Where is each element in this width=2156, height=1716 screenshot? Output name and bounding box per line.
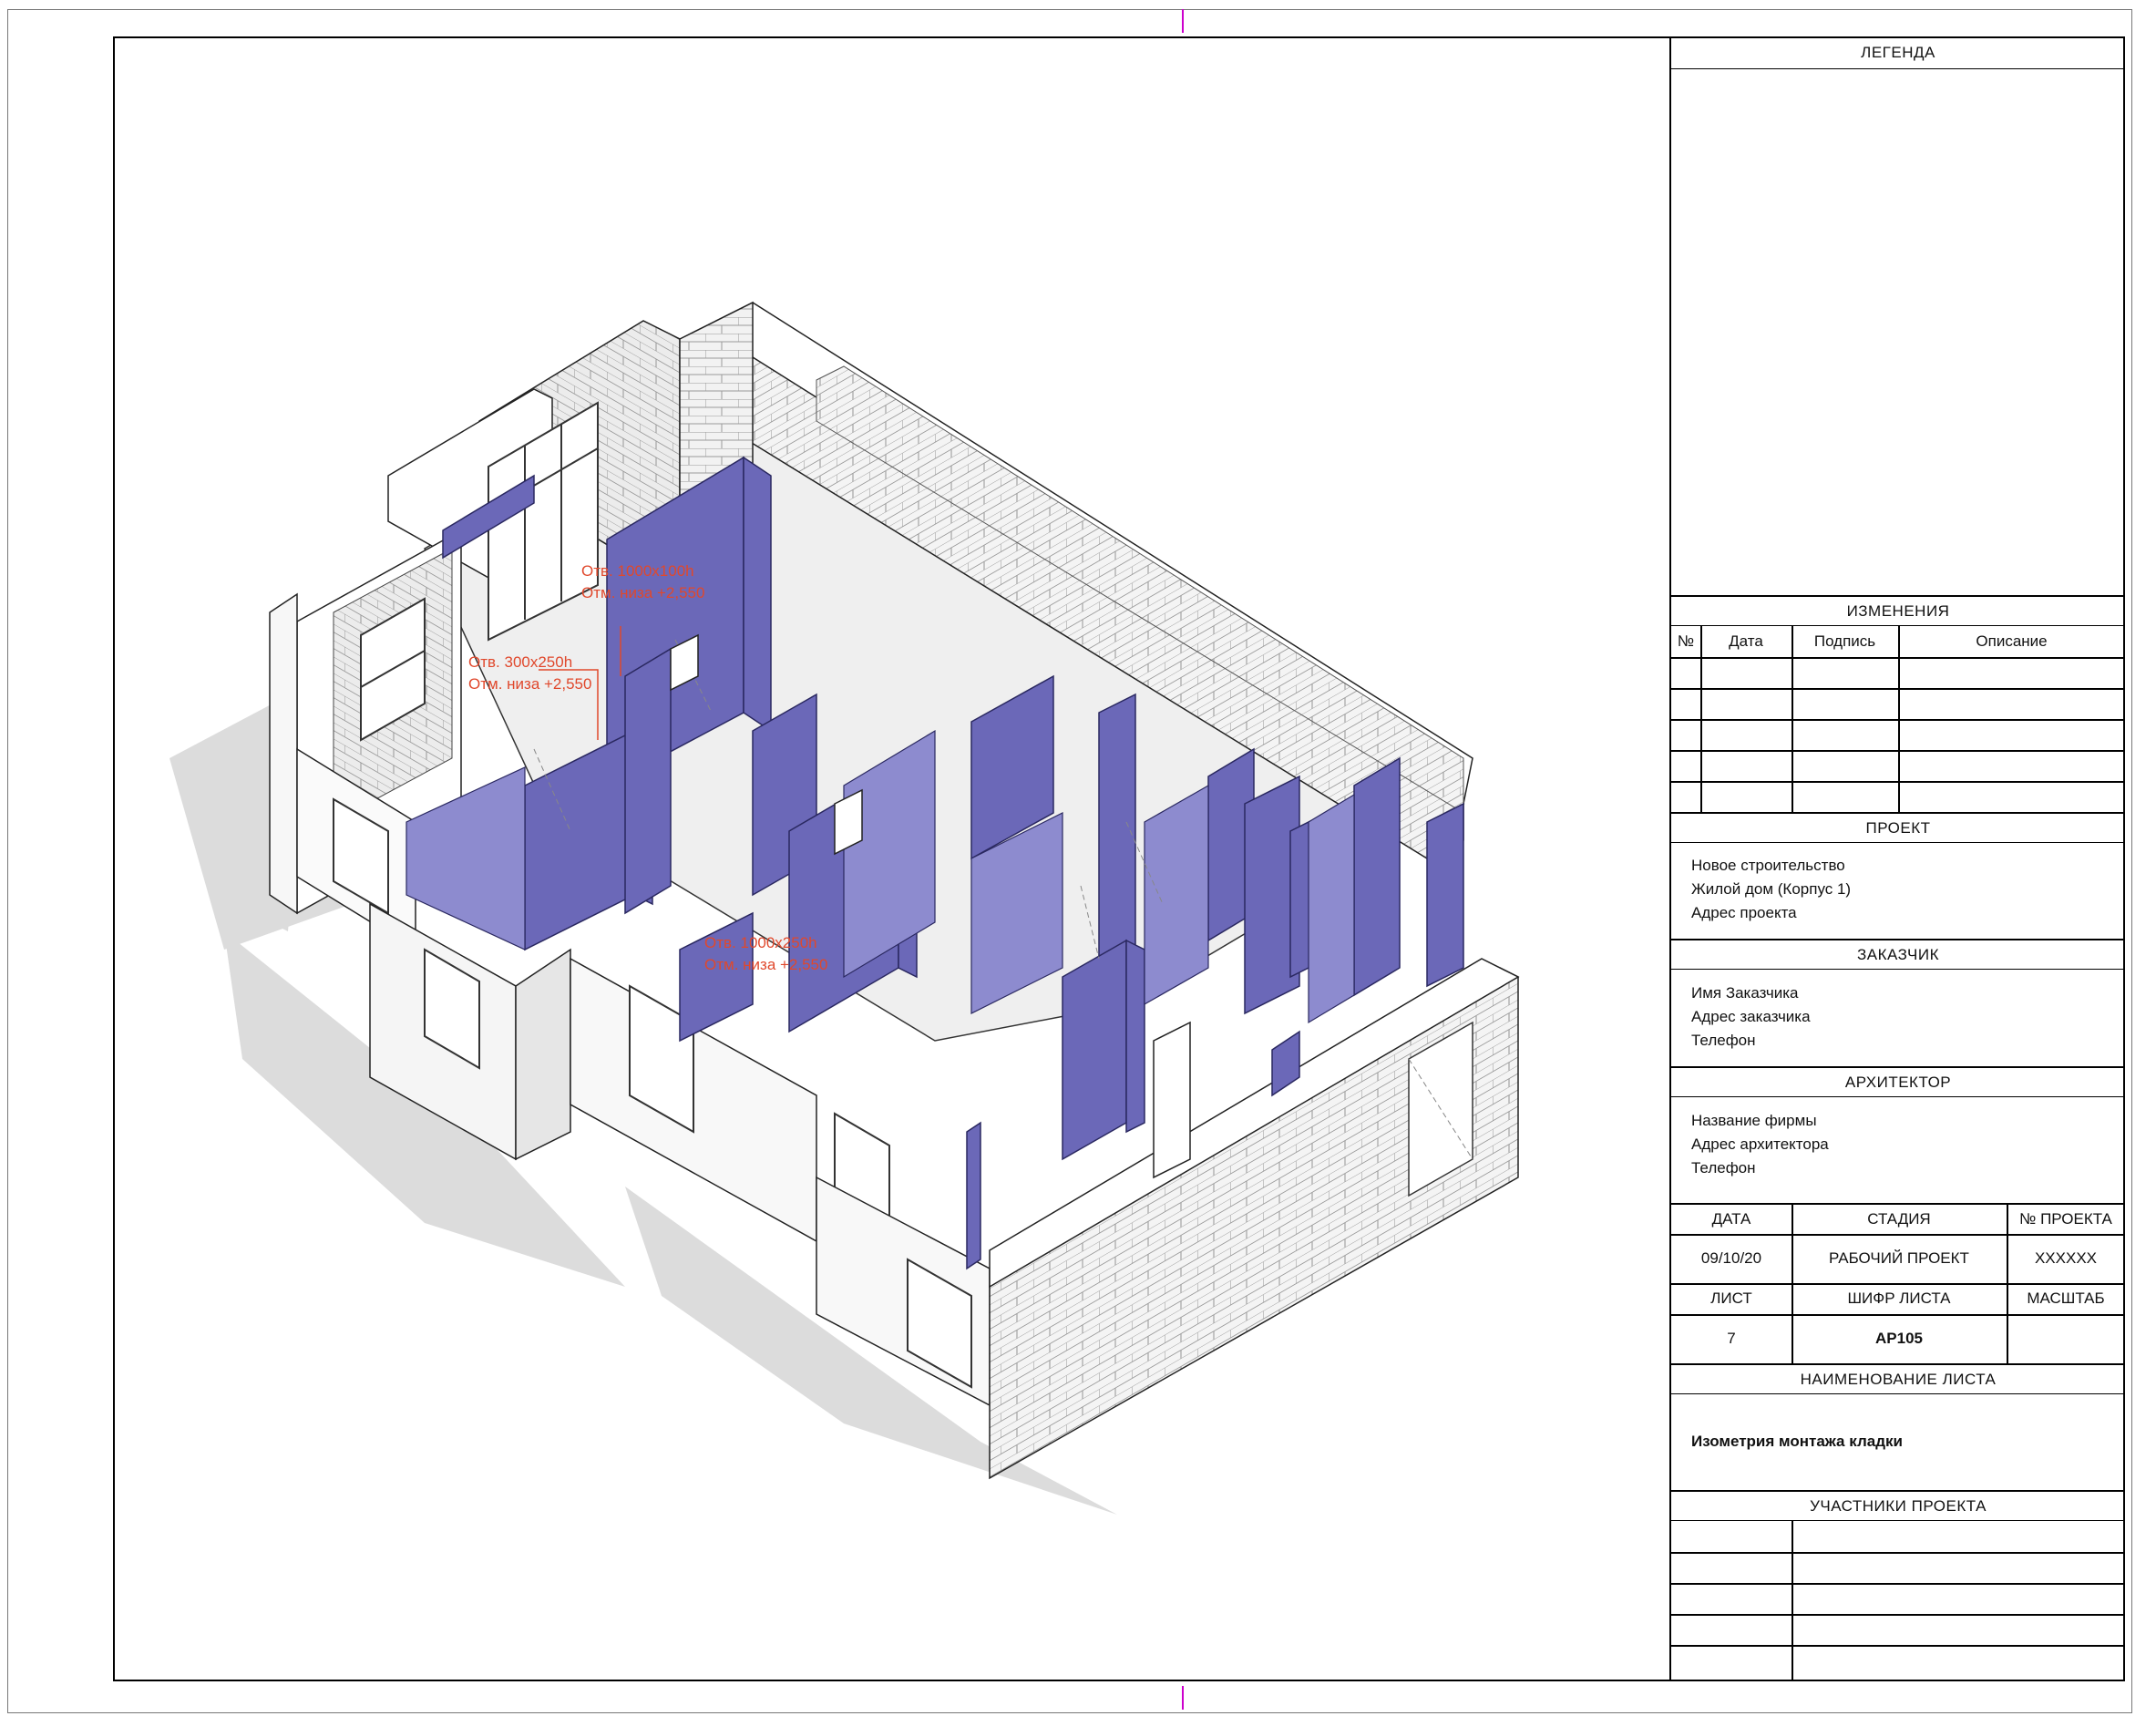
project-header: ПРОЕКТ [1671, 812, 2125, 843]
date-label: ДАТА [1711, 1210, 1751, 1228]
scale-label: МАСШТАБ [2027, 1290, 2105, 1307]
client-line-1: Имя Заказчика [1691, 984, 1799, 1002]
date-value: 09/10/20 [1700, 1249, 1762, 1267]
crop-mark-bottom [1182, 1686, 1184, 1710]
annotation-2-line1: Отв. 300x250h [468, 653, 572, 671]
legend-header: ЛЕГЕНДА [1671, 38, 2125, 69]
architect-line-1: Название фирмы [1691, 1112, 1817, 1129]
sheet-name-header: НАИМЕНОВАНИЕ ЛИСТА [1671, 1363, 2125, 1394]
stage-value: РАБОЧИЙ ПРОЕКТ [1829, 1249, 1969, 1267]
project-line-2: Жилой дом (Корпус 1) [1691, 880, 1852, 898]
architect-line-3: Телефон [1691, 1159, 1756, 1177]
participants-header: УЧАСТНИКИ ПРОЕКТА [1671, 1490, 2125, 1521]
project-number-value: XXXXXX [2034, 1249, 2098, 1267]
architect-header: АРХИТЕКТОР [1671, 1066, 2125, 1097]
annotation-1-line2: Отм. низа +2,550 [581, 584, 704, 601]
annotation-3-line1: Отв. 1000x250h [704, 934, 817, 951]
sheet-number-value: 7 [1727, 1330, 1736, 1347]
changes-col-signature: Подпись [1813, 632, 1876, 650]
changes-col-description: Описание [1976, 632, 2048, 650]
sheet-code-label: ШИФР ЛИСТА [1847, 1290, 1951, 1307]
annotation-2-line2: Отм. низа +2,550 [468, 675, 591, 693]
sheet-label: ЛИСТ [1710, 1290, 1752, 1307]
client-header: ЗАКАЗЧИК [1671, 939, 2125, 970]
drawing-frame: Отв. 1000x100h Отм. низа +2,550 Отв. 300… [113, 36, 2125, 1681]
changes-col-number: № [1677, 632, 1695, 650]
changes-header: ИЗМЕНЕНИЯ [1671, 595, 2125, 626]
client-line-3: Телефон [1691, 1032, 1756, 1049]
client-line-2: Адрес заказчика [1691, 1008, 1811, 1025]
title-block: ЛЕГЕНДА ИЗМЕНЕНИЯ № Дата Подпись Описани… [1669, 38, 2125, 1680]
annotation-1-line1: Отв. 1000x100h [581, 562, 694, 580]
isometric-masonry-drawing: Отв. 1000x100h Отм. низа +2,550 Отв. 300… [169, 301, 1520, 1515]
crop-mark-top [1182, 9, 1184, 33]
stage-label: СТАДИЯ [1867, 1210, 1931, 1228]
project-number-label: № ПРОЕКТА [2019, 1210, 2112, 1228]
project-line-1: Новое строительство [1691, 857, 1845, 874]
sheet-code-value: АР105 [1875, 1330, 1923, 1347]
architect-line-2: Адрес архитектора [1691, 1135, 1829, 1153]
annotation-3-line2: Отм. низа +2,550 [704, 956, 827, 973]
sheet-name-value: Изометрия монтажа кладки [1691, 1433, 1903, 1450]
changes-col-date: Дата [1729, 632, 1763, 650]
project-line-3: Адрес проекта [1691, 904, 1797, 921]
